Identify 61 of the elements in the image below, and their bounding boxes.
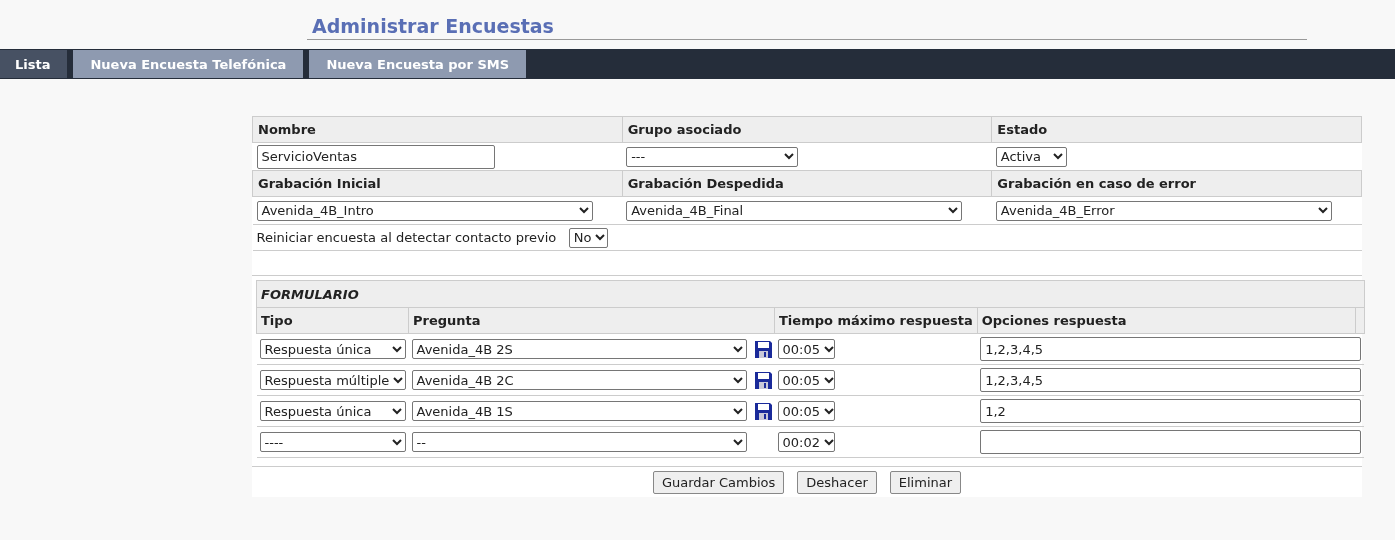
field-label: Nombre	[258, 122, 316, 137]
chevron-icon	[823, 345, 834, 353]
column-header: Tipo	[261, 313, 293, 328]
chevron-icon	[948, 207, 959, 214]
field-label: Grabación en caso de error	[997, 176, 1197, 191]
form-button[interactable]: Guardar Cambios	[652, 471, 785, 494]
field-label: Reiniciar encuesta al detectar contacto previo	[256, 229, 557, 244]
dropdown[interactable]: Avenida_4B_Final	[626, 200, 963, 221]
chevron-icon	[823, 438, 834, 446]
dropdown[interactable]: Respuesta única	[259, 339, 406, 359]
page-title: Administrar Encuestas	[307, 15, 1307, 40]
chevron-icon	[391, 407, 402, 415]
chevron-icon	[784, 153, 795, 160]
chevron-icon	[578, 207, 589, 214]
dropdown[interactable]: ---	[626, 146, 799, 167]
column-header: Pregunta	[413, 313, 481, 328]
text-field[interactable]: ServicioVentas	[256, 144, 495, 169]
tab[interactable]: Lista	[0, 50, 68, 78]
chevron-icon	[732, 438, 743, 446]
dropdown[interactable]: 00:05	[777, 339, 835, 359]
chevron-icon	[391, 438, 402, 446]
chevron-icon	[1317, 207, 1328, 214]
dropdown[interactable]: Avenida_4B 2C	[411, 370, 747, 390]
field-label: Grupo asociado	[627, 122, 742, 137]
chevron-icon	[595, 234, 606, 241]
field-label: Grabación Inicial	[258, 176, 381, 191]
dropdown[interactable]: ----	[259, 432, 406, 452]
chevron-icon	[1052, 153, 1063, 160]
chevron-icon	[732, 376, 743, 384]
text-field[interactable]: 1,2,3,4,5	[980, 368, 1362, 392]
dropdown[interactable]: 00:05	[777, 401, 835, 421]
chevron-icon	[823, 376, 834, 384]
field-label: Grabación Despedida	[627, 176, 784, 191]
save-icon[interactable]	[754, 340, 772, 358]
save-icon[interactable]	[754, 371, 772, 389]
text-field[interactable]	[980, 430, 1362, 454]
text-field[interactable]: 1,2	[980, 399, 1362, 423]
chevron-icon	[391, 345, 402, 353]
dropdown[interactable]: Avenida_4B_Error	[995, 200, 1332, 221]
text-field[interactable]: 1,2,3,4,5	[980, 337, 1362, 361]
dropdown[interactable]: No	[568, 227, 608, 248]
dropdown[interactable]: Avenida_4B 2S	[411, 339, 747, 359]
dropdown[interactable]: Avenida_4B_Intro	[256, 200, 593, 221]
chevron-icon	[732, 345, 743, 353]
dropdown[interactable]: Respuesta múltiple	[259, 370, 406, 390]
dropdown[interactable]: 00:02	[777, 432, 835, 452]
chevron-icon	[732, 407, 743, 415]
form-button[interactable]: Eliminar	[889, 471, 962, 494]
dropdown[interactable]: Activa	[995, 146, 1067, 167]
column-header: Tiempo máximo respuesta	[779, 313, 973, 328]
chevron-icon	[823, 407, 834, 415]
dropdown[interactable]: --	[411, 432, 747, 452]
dropdown[interactable]: 00:05	[777, 370, 835, 390]
section-title: FORMULARIO	[261, 286, 359, 302]
dropdown[interactable]: Avenida_4B 1S	[411, 401, 747, 421]
column-header: Opciones respuesta	[981, 313, 1127, 328]
field-label: Estado	[997, 122, 1048, 137]
chevron-icon	[393, 376, 404, 384]
form-button[interactable]: Deshacer	[797, 471, 877, 494]
save-icon[interactable]	[754, 402, 772, 420]
dropdown[interactable]: Respuesta única	[259, 401, 406, 421]
